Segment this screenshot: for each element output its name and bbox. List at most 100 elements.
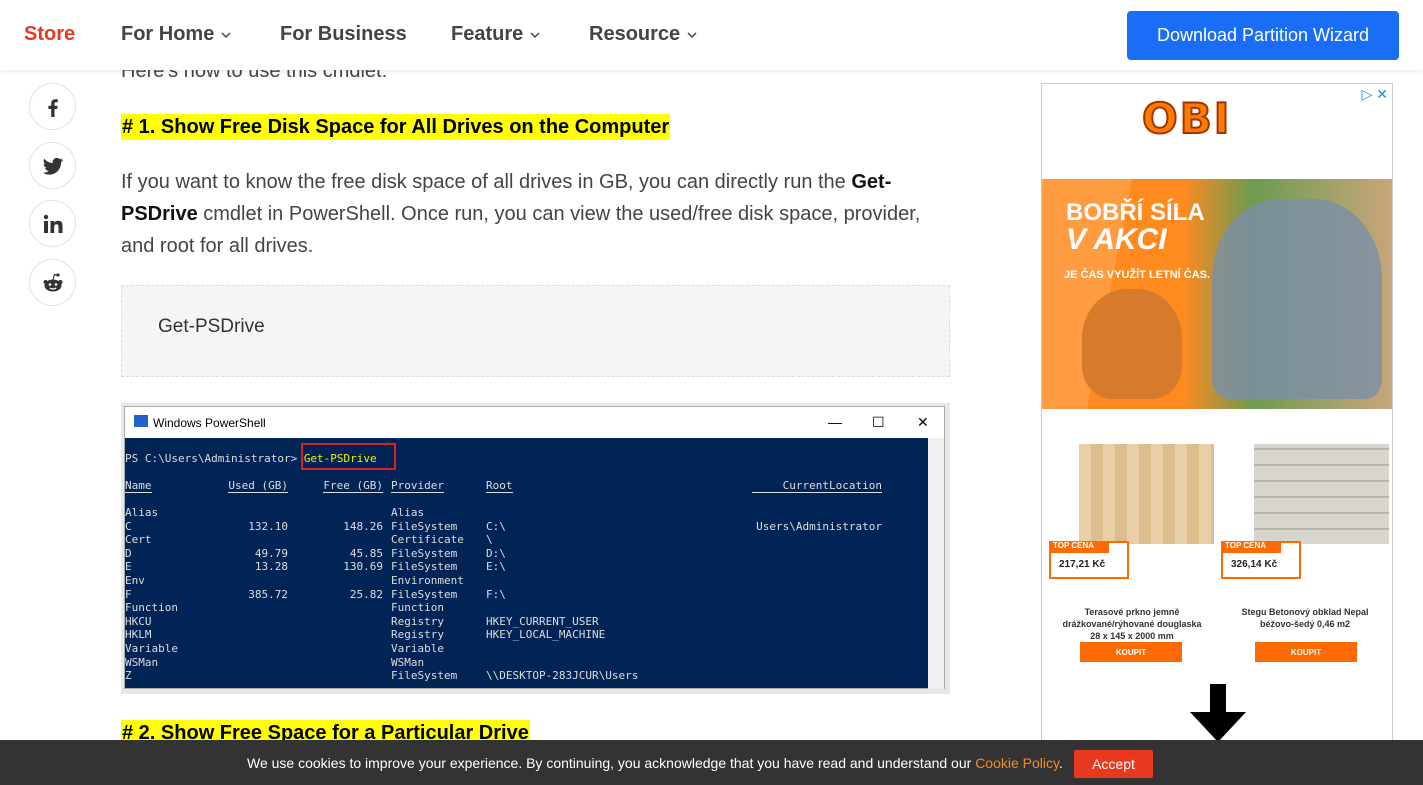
table-cell: 130.69 bbox=[343, 560, 383, 574]
twitter-icon bbox=[42, 157, 63, 175]
table-cell: Function bbox=[391, 601, 444, 615]
window-titlebar: Windows PowerShell — ☐ ✕ bbox=[125, 407, 944, 438]
section-heading: # 1. Show Free Disk Space for All Drives… bbox=[121, 114, 671, 140]
table-cell: Alias bbox=[391, 506, 425, 519]
advertisement[interactable]: ▷ ✕ OBI BOBŘÍ SÍLA V AKCI JE ČAS VYUŽÍT … bbox=[1041, 83, 1393, 785]
nav-label: Feature bbox=[451, 23, 524, 45]
table-cell: Environment bbox=[391, 574, 464, 587]
table-cell: FileSystem bbox=[391, 546, 458, 560]
table-cell: Registry bbox=[391, 628, 444, 642]
buy-button[interactable]: KOUPIT bbox=[1255, 642, 1357, 662]
share-twitter[interactable] bbox=[29, 142, 76, 189]
price-tag: TOP CENA 217,21 Kč bbox=[1049, 541, 1129, 579]
share-linkedin[interactable] bbox=[29, 200, 76, 247]
reddit-icon bbox=[43, 272, 62, 291]
price-tag: TOP CENA 326,14 Kč bbox=[1221, 541, 1301, 579]
minimize-icon: — bbox=[828, 414, 842, 430]
table-cell: WSMan bbox=[125, 655, 159, 669]
table-cell: E bbox=[125, 560, 132, 574]
code-block: Get-PSDrive bbox=[121, 285, 950, 377]
cookie-period: . bbox=[1058, 755, 1063, 771]
download-partition-wizard-button[interactable]: Download Partition Wizard bbox=[1127, 11, 1399, 60]
console-scrollbar bbox=[928, 438, 944, 689]
table-cell: 13.28 bbox=[254, 560, 288, 574]
nav-for-home[interactable]: For Home bbox=[121, 23, 232, 46]
banner-subline: JE ČAS VYUŽÍT LETNÍ ČAS. bbox=[1064, 269, 1211, 281]
product-image-stone[interactable] bbox=[1254, 444, 1389, 544]
command-text: Get-PSDrive bbox=[303, 452, 377, 465]
table-cell: Function bbox=[125, 601, 178, 615]
product-description: Terasové prkno jemně drážkované/rýhované… bbox=[1062, 607, 1202, 641]
cookie-message: We use cookies to improve your experienc… bbox=[247, 755, 976, 771]
chevron-down-icon bbox=[687, 31, 697, 38]
store-logo[interactable]: Store bbox=[24, 23, 75, 46]
nav-for-business[interactable]: For Business bbox=[280, 23, 407, 46]
table-cell: C:\ bbox=[486, 519, 506, 533]
nav-feature[interactable]: Feature bbox=[451, 23, 541, 46]
obi-logo: OBI bbox=[1141, 93, 1292, 144]
powershell-screenshot: Windows PowerShell — ☐ ✕ PS C:\Users\Adm… bbox=[121, 403, 950, 694]
paragraph-text: cmdlet in PowerShell. Once run, you can … bbox=[121, 203, 921, 257]
table-cell: Z bbox=[125, 669, 132, 683]
table-cell: FileSystem bbox=[391, 560, 458, 574]
powershell-icon bbox=[134, 415, 148, 427]
ad-close-icon[interactable]: ▷ ✕ bbox=[1362, 86, 1388, 103]
ad-banner[interactable]: BOBŘÍ SÍLA V AKCI JE ČAS VYUŽÍT LETNÍ ČA… bbox=[1042, 179, 1392, 409]
powershell-window: Windows PowerShell — ☐ ✕ PS C:\Users\Adm… bbox=[124, 406, 945, 689]
window-title: Windows PowerShell bbox=[153, 416, 266, 430]
table-cell: HKLM bbox=[125, 628, 152, 642]
column-header: Root bbox=[486, 479, 513, 493]
table-cell: HKEY_CURRENT_USER bbox=[486, 614, 599, 628]
share-reddit[interactable] bbox=[29, 259, 76, 306]
beaver-mascot-image bbox=[1082, 289, 1182, 399]
table-cell: HKCU bbox=[125, 614, 152, 628]
article-paragraph: If you want to know the free disk space … bbox=[121, 166, 951, 262]
nav-resource[interactable]: Resource bbox=[589, 23, 698, 46]
table-cell: 25.82 bbox=[349, 587, 383, 601]
arrow-down-icon bbox=[1190, 684, 1246, 742]
product-image-decking[interactable] bbox=[1079, 444, 1214, 544]
facebook-icon bbox=[47, 98, 58, 117]
nav-label: Resource bbox=[589, 23, 681, 45]
table-cell: WSMan bbox=[391, 655, 425, 669]
table-cell: Registry bbox=[391, 614, 444, 628]
brand-text: OBI bbox=[1141, 93, 1232, 144]
column-header: Name bbox=[125, 479, 152, 493]
price-value: 326,14 Kč bbox=[1231, 559, 1278, 570]
close-icon: ✕ bbox=[917, 414, 929, 430]
linkedin-icon bbox=[43, 214, 62, 233]
table-cell: FileSystem bbox=[391, 519, 458, 533]
code-text[interactable]: Get-PSDrive bbox=[158, 316, 265, 338]
nav-label: For Business bbox=[280, 23, 407, 45]
maximize-icon: ☐ bbox=[872, 414, 885, 430]
price-label: TOP CENA bbox=[1049, 541, 1109, 553]
column-header: Provider bbox=[391, 479, 444, 493]
console-output: PS C:\Users\Administrator> Get-PSDrive N… bbox=[125, 438, 930, 689]
accept-cookies-button[interactable]: Accept bbox=[1074, 750, 1153, 778]
site-header: Store For Home For Business Feature Reso… bbox=[0, 0, 1423, 70]
cookie-policy-link[interactable]: Cookie Policy bbox=[975, 755, 1059, 771]
table-cell: D:\ bbox=[486, 546, 506, 560]
nav-label: For Home bbox=[121, 23, 215, 45]
prompt-text: PS C:\Users\Administrator> bbox=[125, 452, 304, 465]
price-label: TOP CENA bbox=[1221, 541, 1281, 553]
prompt-line: PS C:\Users\Administrator> Get-PSDrive bbox=[125, 452, 377, 465]
chevron-down-icon bbox=[221, 31, 231, 38]
table-cell: Cert bbox=[125, 533, 152, 547]
share-facebook[interactable] bbox=[29, 83, 76, 130]
banner-people-image bbox=[1212, 199, 1382, 399]
table-cell: Alias bbox=[125, 506, 159, 519]
cookie-banner: We use cookies to improve your experienc… bbox=[0, 740, 1423, 785]
column-header: Used (GB) bbox=[228, 479, 288, 493]
table-cell: E:\ bbox=[486, 560, 506, 574]
table-cell: FileSystem bbox=[391, 587, 458, 601]
table-cell: 385.72 bbox=[248, 587, 288, 601]
table-cell: Variable bbox=[125, 642, 178, 655]
table-cell: F bbox=[125, 587, 132, 601]
table-cell: Certificate bbox=[391, 533, 464, 547]
table-cell: D bbox=[125, 546, 132, 560]
buy-button[interactable]: KOUPIT bbox=[1080, 642, 1182, 662]
table-cell: 49.79 bbox=[254, 546, 288, 560]
table-cell: C bbox=[125, 519, 132, 533]
product-description: Stegu Betonový obklad Nepal béžovo-šedý … bbox=[1241, 607, 1369, 629]
